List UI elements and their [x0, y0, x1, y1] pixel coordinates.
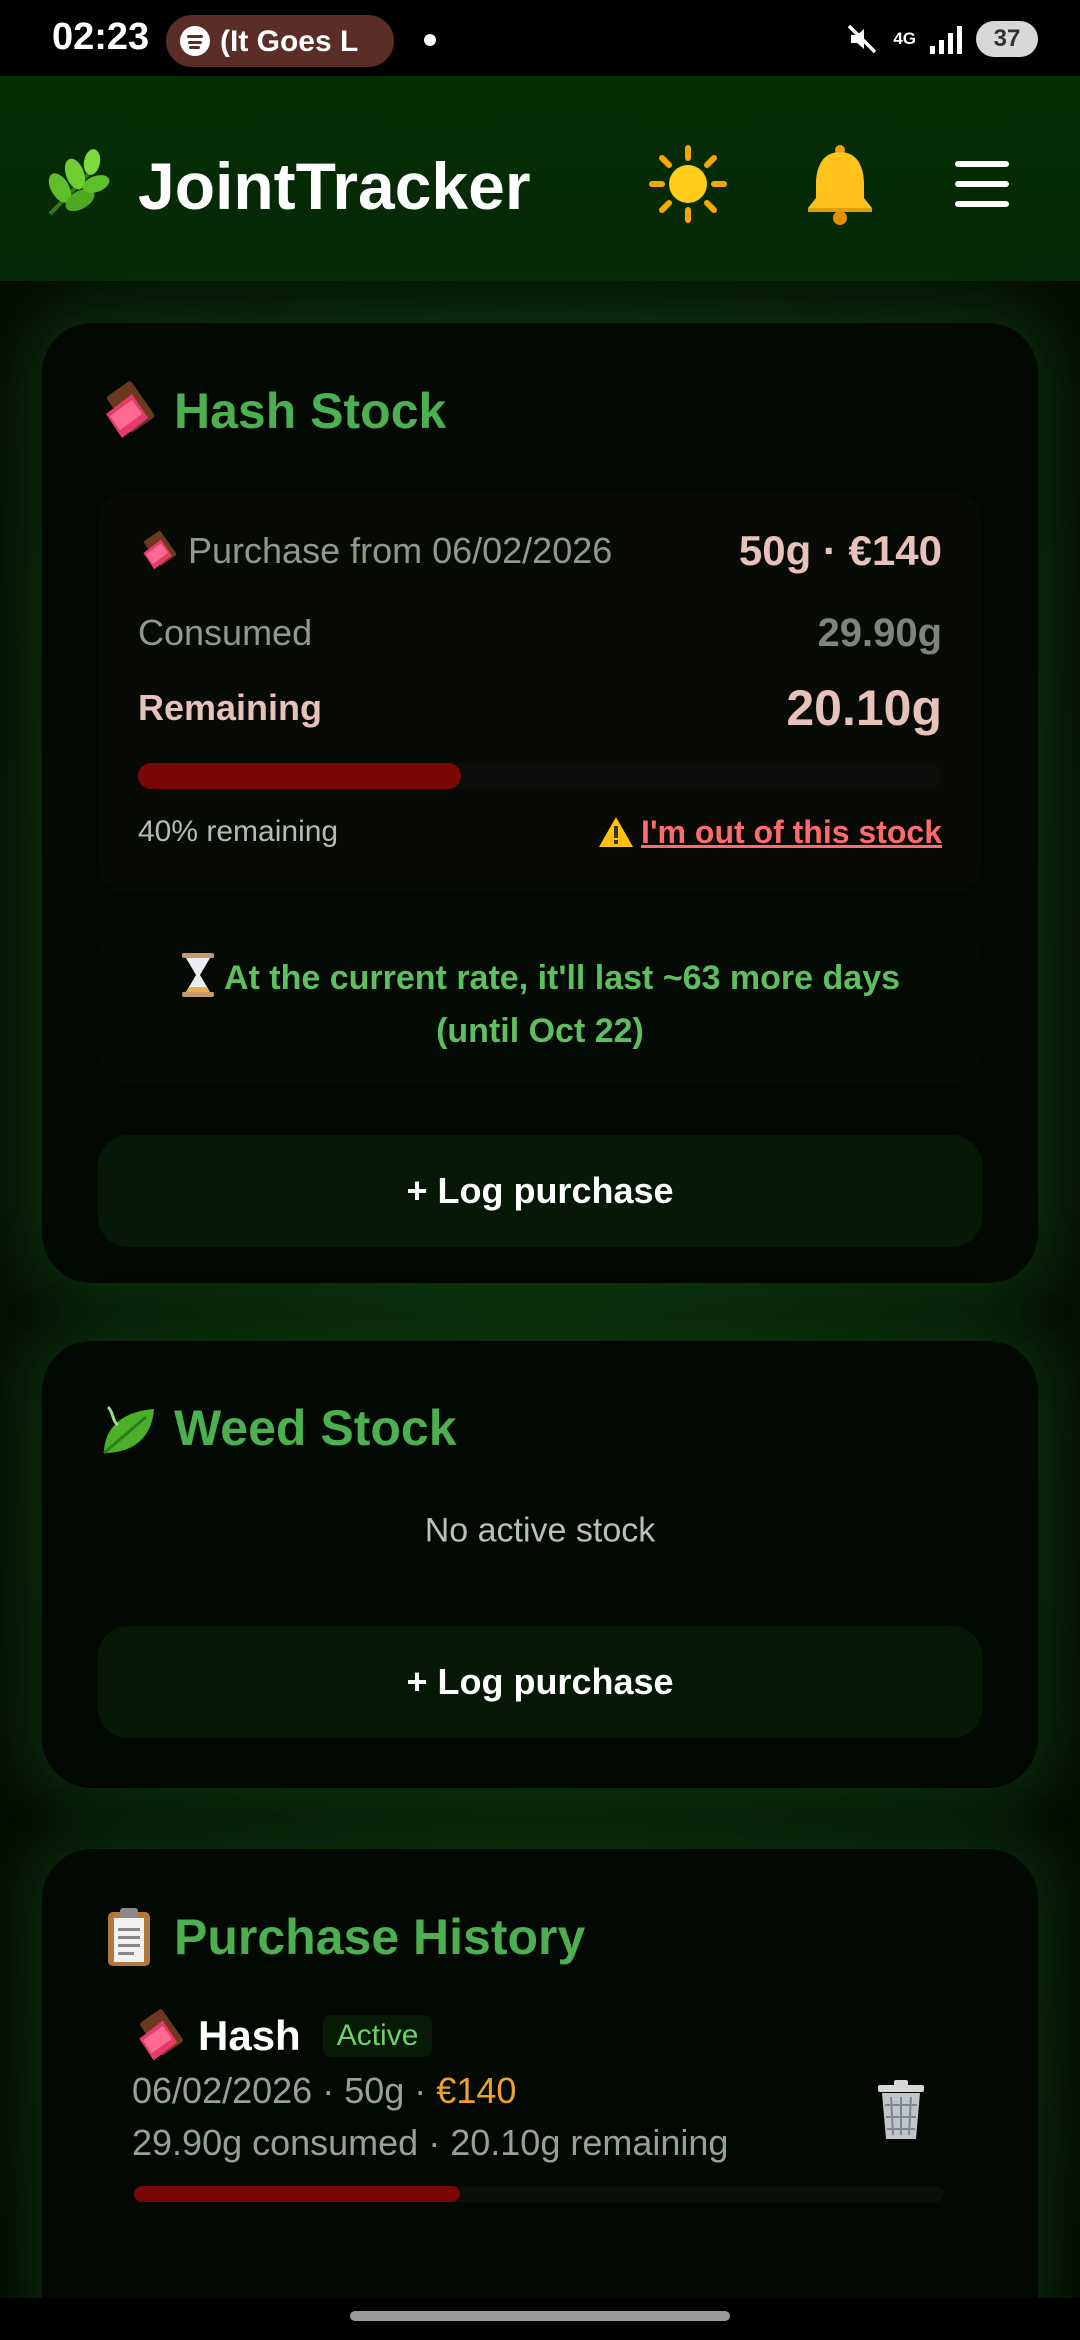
purchase-label: Purchase from 06/02/2026 — [188, 530, 613, 571]
app-header: JointTracker — [0, 76, 1080, 281]
history-item-date: 06/02/2026 — [132, 2070, 313, 2111]
out-of-stock-link[interactable]: I'm out of this stock — [597, 814, 942, 851]
log-weed-purchase-button[interactable]: + Log purchase — [98, 1626, 982, 1738]
history-item-amount: 50g — [344, 2070, 405, 2111]
consumed-row: Consumed 29.90g — [138, 603, 942, 663]
status-bar: 02:23 (It Goes L 4G 37 — [0, 0, 1080, 76]
separator: · — [428, 2122, 451, 2163]
history-item-header: Hash Active — [132, 2006, 433, 2066]
hourglass-icon — [181, 953, 214, 997]
home-indicator[interactable] — [350, 2311, 730, 2321]
consumed-label: Consumed — [138, 612, 313, 653]
consumption-rate-box: At the current rate, it'll last ~63 more… — [98, 927, 982, 1083]
media-title: (It Goes L — [220, 25, 359, 58]
chocolate-bar-icon — [139, 2009, 183, 2061]
history-item-consumption: 29.90g consumed · 20.10g remaining — [132, 2122, 728, 2164]
weed-stock-heading: Weed Stock — [98, 1397, 457, 1459]
chocolate-bar-icon — [143, 530, 177, 570]
remaining-footer-row: 40% remaining I'm out of this stock — [138, 807, 942, 857]
purchase-row: Purchase from 06/02/2026 50g · €140 — [138, 521, 942, 581]
clipboard-icon — [108, 1908, 150, 1966]
remaining-value: 20.10g — [786, 680, 942, 736]
hamburger-menu-icon — [955, 161, 1009, 207]
clock: 02:23 — [52, 16, 150, 58]
history-item-progress-bar — [134, 2186, 944, 2202]
signal-icon — [930, 24, 962, 54]
separator: · — [322, 2070, 345, 2111]
purchase-amount: 50g · €140 — [738, 527, 942, 574]
remaining-progress-bar — [138, 763, 942, 789]
trash-icon — [878, 2080, 924, 2139]
notifications-button[interactable] — [790, 134, 890, 234]
network-type: 4G — [893, 29, 916, 48]
delete-purchase-button[interactable] — [866, 2072, 936, 2148]
history-item-progress-fill — [134, 2186, 460, 2202]
no-active-stock-text: No active stock — [424, 1511, 656, 1550]
remaining-progress-fill — [138, 763, 462, 789]
rate-text-wrap: At the current rate, it'll last ~63 more… — [160, 952, 920, 1058]
battery-icon: 37 — [976, 21, 1038, 57]
out-of-stock-label: I'm out of this stock — [641, 813, 942, 850]
theme-toggle-button[interactable] — [638, 134, 738, 234]
app-page: JointTracker Hash Stock Purchase from 06… — [0, 76, 1080, 2298]
chocolate-bar-icon — [106, 381, 155, 438]
weed-stock-card: Weed Stock No active stock + Log purchas… — [42, 1341, 1038, 1788]
spotify-icon — [180, 26, 210, 56]
history-item-type: Hash — [198, 2012, 301, 2059]
purchase-history-heading: Purchase History — [98, 1906, 585, 1968]
status-badge: Active — [322, 2015, 433, 2057]
remaining-label: Remaining — [138, 687, 323, 728]
purchase-label-wrap: Purchase from 06/02/2026 — [138, 530, 612, 572]
consumed-value: 29.90g — [817, 610, 942, 655]
remaining-percent: 40% remaining — [138, 815, 339, 848]
weed-stock-title: Weed Stock — [174, 1400, 457, 1456]
warning-icon — [599, 817, 634, 847]
log-hash-purchase-button[interactable]: + Log purchase — [98, 1135, 982, 1247]
history-item-consumed: 29.90g consumed — [132, 2122, 419, 2163]
history-item-details: 06/02/2026 · 50g · €140 — [132, 2070, 516, 2112]
purchase-history-title: Purchase History — [174, 1909, 586, 1965]
status-icons: 4G 37 — [845, 18, 1038, 60]
notification-dot-icon — [424, 34, 436, 46]
remaining-row: Remaining 20.10g — [138, 673, 942, 743]
herb-icon — [48, 149, 110, 216]
sun-icon — [649, 145, 727, 223]
hash-stock-title: Hash Stock — [174, 383, 447, 439]
leaf-icon — [103, 1405, 154, 1455]
hash-stock-card: Hash Stock Purchase from 06/02/2026 50g … — [42, 323, 1038, 1283]
brand[interactable]: JointTracker — [40, 136, 531, 236]
history-item-price: €140 — [436, 2070, 517, 2111]
separator: · — [414, 2070, 437, 2111]
active-purchase-box: Purchase from 06/02/2026 50g · €140 Cons… — [98, 493, 982, 893]
history-item-remaining: 20.10g remaining — [450, 2122, 729, 2163]
app-title: JointTracker — [138, 149, 531, 223]
menu-button[interactable] — [932, 134, 1032, 234]
hash-stock-heading: Hash Stock — [98, 380, 446, 442]
bell-icon — [808, 145, 872, 225]
media-pill[interactable]: (It Goes L — [166, 15, 394, 67]
mute-icon — [848, 24, 877, 54]
rate-text: At the current rate, it'll last ~63 more… — [223, 959, 901, 1050]
